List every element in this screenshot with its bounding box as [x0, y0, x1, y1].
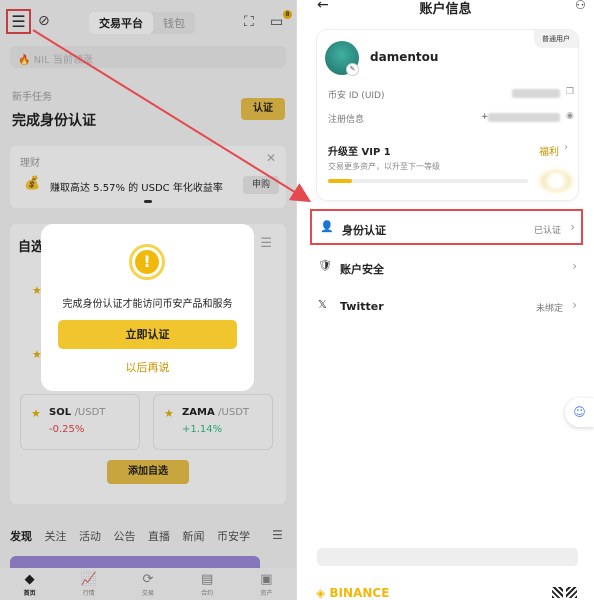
chevron-right-icon[interactable]: › — [564, 142, 568, 153]
vip-progress-fill — [328, 179, 352, 183]
edit-icon[interactable]: ✎ — [346, 63, 359, 76]
person-icon: 👤 — [320, 220, 334, 233]
x-logo-icon: 𝕏 — [318, 298, 327, 311]
menu-status: 未绑定 — [535, 304, 563, 314]
chevron-right-icon: › — [570, 220, 575, 234]
footer: ◈ BINANCE — [297, 578, 594, 600]
shield-icon: 🛡 — [318, 259, 332, 272]
registration-value-masked — [488, 113, 560, 122]
copy-icon[interactable]: ❐ — [566, 87, 574, 97]
verify-now-button[interactable]: 立即认证 — [58, 320, 237, 349]
page-title: 账户信息 — [419, 2, 472, 17]
chevron-right-icon: › — [572, 298, 577, 312]
chevron-right-icon: › — [572, 259, 577, 273]
vip-benefits-link[interactable]: 福利 — [539, 143, 559, 158]
verify-modal: ! 完成身份认证才能访问币安产品和服务 立即认证 以后再说 — [41, 224, 254, 391]
binance-logo: ◈ BINANCE — [316, 586, 390, 600]
account-screen: ← 账户信息 ⚇ 普通用户 ✎ damentou 币安 ID (UID) ❐ 注… — [297, 0, 594, 600]
modal-message: 完成身份认证才能访问币安产品和服务 — [62, 299, 233, 310]
vip-description: 交易更多资产，以升至下一等级 — [328, 162, 440, 171]
logout-button[interactable] — [317, 548, 578, 566]
assistant-icon[interactable]: ☺ — [565, 398, 594, 427]
warning-icon: ! — [129, 244, 165, 280]
home-screen: ☰ ⊘ 交易平台 钱包 ⛶ ▭ 8 🔥 NIL 当前领涨 新手任务 完成身份认证… — [0, 0, 296, 600]
menu-status: 已认证 — [533, 226, 561, 236]
menu-identity-verification[interactable]: 👤 身份认证 已认证 › — [310, 209, 583, 245]
qr-code-icon[interactable] — [566, 587, 577, 598]
eye-icon[interactable]: ◉ — [566, 111, 574, 121]
registration-label: 注册信息 — [328, 115, 365, 125]
vip-progress-bar — [328, 179, 528, 183]
qr-code-icon[interactable] — [552, 587, 563, 598]
menu-label: 账户安全 — [340, 263, 384, 276]
switch-account-icon[interactable]: ⚇ — [575, 0, 586, 12]
later-button[interactable]: 以后再说 — [41, 359, 254, 375]
menu-account-security[interactable]: 🛡 账户安全 › — [310, 250, 583, 286]
username: damentou — [370, 50, 439, 64]
screenshot-root: ☰ ⊘ 交易平台 钱包 ⛶ ▭ 8 🔥 NIL 当前领涨 新手任务 完成身份认证… — [0, 0, 594, 600]
vip-title: 升级至 VIP 1 — [328, 147, 391, 158]
menu-label: Twitter — [340, 300, 384, 313]
uid-label: 币安 ID (UID) — [328, 91, 385, 101]
vip-coin-illustration — [541, 172, 571, 190]
profile-card: 普通用户 ✎ damentou 币安 ID (UID) ❐ 注册信息 + ◉ 升… — [317, 30, 578, 200]
menu-twitter[interactable]: 𝕏 Twitter 未绑定 › — [310, 289, 583, 325]
user-level-badge: 普通用户 — [534, 30, 578, 48]
menu-label: 身份认证 — [342, 224, 386, 237]
uid-value-masked — [512, 89, 560, 98]
